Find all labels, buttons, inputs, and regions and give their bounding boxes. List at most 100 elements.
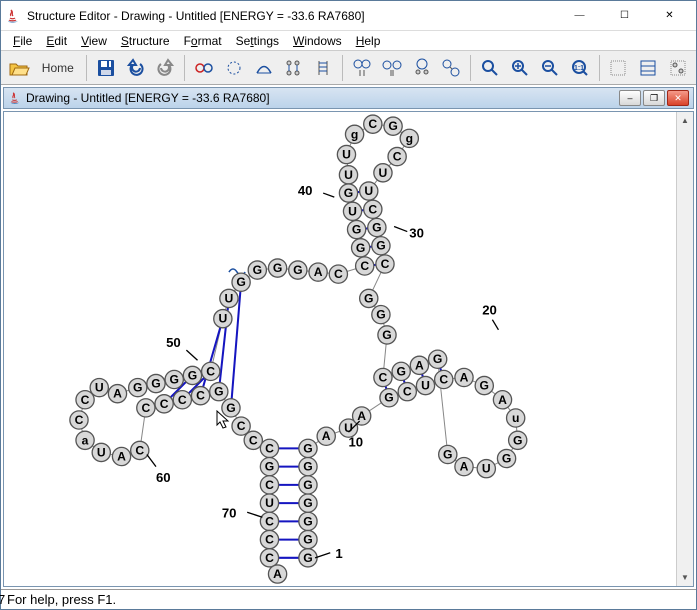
- svg-text:C: C: [135, 443, 144, 457]
- zoom-out-icon[interactable]: [536, 54, 564, 82]
- tool-pair-icon[interactable]: [190, 54, 218, 82]
- zoom-in-icon[interactable]: [506, 54, 534, 82]
- svg-text:U: U: [482, 462, 491, 476]
- minimize-button[interactable]: —: [557, 1, 602, 30]
- svg-text:U: U: [225, 291, 234, 305]
- menu-file[interactable]: File: [7, 32, 38, 50]
- tool-stack-icon[interactable]: [280, 54, 308, 82]
- open-icon[interactable]: [5, 54, 33, 82]
- pos-label-70: 70: [222, 505, 237, 520]
- grid1-icon[interactable]: [605, 54, 633, 82]
- svg-text:C: C: [403, 385, 412, 399]
- svg-text:G: G: [433, 352, 442, 366]
- svg-text:U: U: [379, 166, 388, 180]
- svg-text:A: A: [498, 393, 507, 407]
- svg-text:C: C: [265, 514, 274, 528]
- svg-text:C: C: [368, 117, 377, 131]
- layout3-icon[interactable]: [408, 54, 436, 82]
- structure-canvas[interactable]: GGGGGGGAUAGCUCAGAuGGUAGGAGCGGGCGGCUUCgGC…: [4, 112, 693, 587]
- svg-text:A: A: [113, 387, 122, 401]
- layout1-icon[interactable]: [348, 54, 376, 82]
- inner-maximize-button[interactable]: ❐: [643, 90, 665, 106]
- grid2-icon[interactable]: [634, 54, 662, 82]
- svg-text:G: G: [169, 372, 178, 386]
- svg-text:G: G: [265, 460, 274, 474]
- pos-label-40: 40: [298, 183, 313, 198]
- svg-text:A: A: [415, 358, 424, 372]
- svg-text:C: C: [379, 370, 388, 384]
- separator: [470, 55, 471, 81]
- menu-view[interactable]: View: [75, 32, 113, 50]
- maximize-button[interactable]: ☐: [602, 1, 647, 30]
- svg-text:g: g: [351, 127, 358, 141]
- svg-text:G: G: [214, 385, 223, 399]
- inner-minimize-button[interactable]: –: [619, 90, 641, 106]
- svg-text:U: U: [218, 312, 227, 326]
- pos-label-50: 50: [166, 335, 181, 350]
- svg-text:G: G: [303, 551, 312, 565]
- svg-text:G: G: [303, 478, 312, 492]
- menu-structure[interactable]: Structure: [115, 32, 176, 50]
- svg-text:G: G: [226, 401, 235, 415]
- home-button[interactable]: Home: [35, 54, 81, 82]
- tool-loop-icon[interactable]: [220, 54, 248, 82]
- svg-text:G: G: [253, 263, 262, 277]
- status-left-fragment: 7: [0, 592, 5, 607]
- redo-icon[interactable]: [151, 54, 179, 82]
- svg-text:C: C: [265, 478, 274, 492]
- inner-close-button[interactable]: ✕: [667, 90, 689, 106]
- separator: [184, 55, 185, 81]
- svg-text:G: G: [303, 533, 312, 547]
- separator: [599, 55, 600, 81]
- layout2-icon[interactable]: [378, 54, 406, 82]
- statusbar: 7 For help, press F1.: [1, 589, 696, 609]
- pos-label-20: 20: [482, 303, 497, 318]
- toolbar: Home 1:1: [1, 51, 696, 85]
- svg-text:u: u: [512, 411, 519, 425]
- layout4-icon[interactable]: [438, 54, 466, 82]
- svg-text:C: C: [334, 267, 343, 281]
- tool-arc-icon[interactable]: [250, 54, 278, 82]
- svg-text:U: U: [421, 379, 430, 393]
- undo-icon[interactable]: [122, 54, 150, 82]
- svg-text:G: G: [382, 328, 391, 342]
- svg-text:G: G: [364, 291, 373, 305]
- svg-text:G: G: [396, 364, 405, 378]
- svg-text:G: G: [303, 496, 312, 510]
- menu-settings[interactable]: Settings: [230, 32, 285, 50]
- menu-windows[interactable]: Windows: [287, 32, 348, 50]
- menu-format[interactable]: Format: [178, 32, 228, 50]
- zoom-fit-icon[interactable]: [476, 54, 504, 82]
- svg-text:U: U: [97, 445, 106, 459]
- grid3-icon[interactable]: [664, 54, 692, 82]
- svg-text:G: G: [388, 119, 397, 133]
- menu-help[interactable]: Help: [350, 32, 387, 50]
- svg-text:G: G: [480, 379, 489, 393]
- inner-window-title: Drawing - Untitled [ENERGY = -33.6 RA768…: [26, 91, 617, 105]
- svg-text:C: C: [75, 413, 84, 427]
- svg-text:C: C: [178, 393, 187, 407]
- svg-text:C: C: [265, 551, 274, 565]
- svg-text:C: C: [249, 433, 258, 447]
- svg-text:A: A: [460, 460, 469, 474]
- svg-text:A: A: [117, 449, 126, 463]
- svg-text:C: C: [265, 533, 274, 547]
- zoom-11-icon[interactable]: 1:1: [566, 54, 594, 82]
- svg-text:G: G: [384, 391, 393, 405]
- svg-text:A: A: [357, 409, 366, 423]
- pos-label-1: 1: [335, 546, 342, 561]
- java-icon: [8, 91, 22, 105]
- svg-text:C: C: [206, 364, 215, 378]
- svg-text:G: G: [236, 275, 245, 289]
- tool-helix-icon[interactable]: [309, 54, 337, 82]
- svg-text:G: G: [372, 221, 381, 235]
- svg-text:G: G: [303, 514, 312, 528]
- save-icon[interactable]: [92, 54, 120, 82]
- svg-text:G: G: [151, 377, 160, 391]
- svg-text:G: G: [273, 261, 282, 275]
- structure-canvas-wrap: ▲ ▼ GGGGGGGAUAGCUCAGAuGGUAGGAGCGGGCGGCUU…: [3, 111, 694, 587]
- menu-edit[interactable]: Edit: [40, 32, 73, 50]
- status-text: For help, press F1.: [7, 592, 116, 607]
- close-button[interactable]: ✕: [647, 1, 692, 30]
- pos-label-30: 30: [409, 226, 424, 241]
